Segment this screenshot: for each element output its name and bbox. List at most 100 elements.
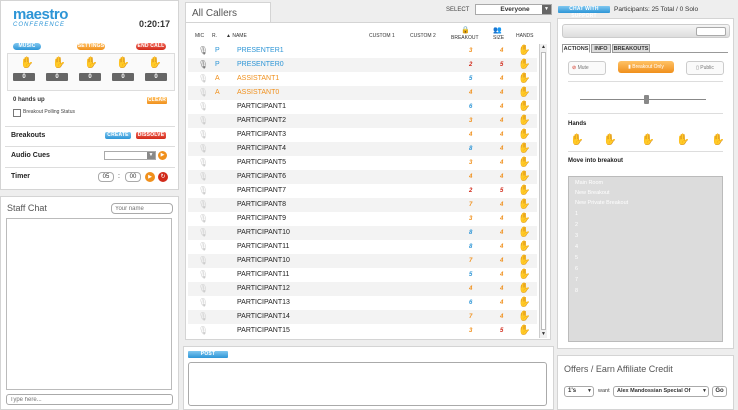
caller-name[interactable]: PARTICIPANT14 <box>237 310 290 324</box>
mute-button[interactable]: ⊘ Mute <box>568 61 606 75</box>
breakout-list-item[interactable]: 8 <box>575 288 578 294</box>
mic-icon[interactable]: 🎙 <box>198 226 208 240</box>
caller-row[interactable]: 🎙 P PRESENTER0 2 5 ✋ <box>188 58 537 72</box>
caller-name[interactable]: PARTICIPANT7 <box>237 184 286 198</box>
clear-button[interactable]: CLEAR <box>147 97 167 104</box>
mic-icon[interactable]: 🎙 <box>198 142 208 156</box>
hand-icon[interactable]: ✋ <box>518 254 530 268</box>
product-select[interactable]: Alex Mandossian Special Of ▼ <box>613 386 709 397</box>
hand-icon[interactable]: ✋ <box>518 170 530 184</box>
volume-slider[interactable] <box>580 95 706 104</box>
caller-row[interactable]: 🎙 PARTICIPANT6 4 4 ✋ <box>188 170 537 184</box>
breakout-list[interactable]: Main Room New Breakout New Private Break… <box>568 176 723 342</box>
scroll-down-icon[interactable]: ▼ <box>540 331 547 338</box>
col-hands[interactable]: HANDS <box>516 33 534 39</box>
breakout-list-item[interactable]: 2 <box>575 222 578 228</box>
hand-icon[interactable]: ✋ <box>641 134 655 146</box>
caller-row[interactable]: 🎙 PARTICIPANT10 8 4 ✋ <box>188 226 537 240</box>
public-button[interactable]: ▯ Public <box>686 61 724 75</box>
chat-name-input[interactable] <box>111 203 173 214</box>
hand-icon[interactable]: ✋ <box>518 156 530 170</box>
caller-row[interactable]: 🎙 PARTICIPANT11 5 4 ✋ <box>188 268 537 282</box>
mic-icon[interactable]: 🎙 <box>198 324 208 338</box>
mic-icon[interactable]: 🎙 <box>198 170 208 184</box>
caller-name[interactable]: PRESENTER0 <box>237 58 284 72</box>
caller-name[interactable]: ASSISTANT1 <box>237 72 279 86</box>
caller-name[interactable]: PARTICIPANT3 <box>237 128 286 142</box>
col-role[interactable]: R. <box>212 33 217 39</box>
breakout-polling-checkbox[interactable] <box>13 109 21 117</box>
breakout-list-item[interactable]: 4 <box>575 244 578 250</box>
quantity-select[interactable]: 1's ▼ <box>564 386 594 397</box>
caller-row[interactable]: 🎙 PARTICIPANT1 6 4 ✋ <box>188 100 537 114</box>
caller-name[interactable]: PARTICIPANT13 <box>237 296 290 310</box>
caller-name[interactable]: PARTICIPANT10 <box>237 254 290 268</box>
mic-icon[interactable]: 🎙 <box>198 44 208 58</box>
go-button[interactable]: Go <box>712 386 727 397</box>
hand-icon[interactable]: ✋ <box>518 310 530 324</box>
timer-minutes-input[interactable]: 05 <box>98 172 114 182</box>
mic-icon[interactable]: 🎙 <box>198 212 208 226</box>
hand-icon[interactable]: ✋ <box>711 134 725 146</box>
breakout-list-item[interactable]: 1 <box>575 211 578 217</box>
end-call-button[interactable]: END CALL <box>136 43 166 50</box>
caller-row[interactable]: 🎙 PARTICIPANT4 8 4 ✋ <box>188 142 537 156</box>
mic-icon[interactable]: 🎙 <box>198 128 208 142</box>
caller-row[interactable]: 🎙 PARTICIPANT14 7 4 ✋ <box>188 310 537 324</box>
caller-name[interactable]: PARTICIPANT2 <box>237 114 286 128</box>
mic-icon[interactable]: 🎙 <box>198 114 208 128</box>
tab-info[interactable]: INFO <box>591 44 611 53</box>
caller-name[interactable]: PARTICIPANT9 <box>237 212 286 226</box>
create-breakout-button[interactable]: CREATE <box>105 132 131 139</box>
tab-actions[interactable]: ACTIONS <box>562 44 590 53</box>
hand-icon[interactable]: ✋ <box>518 58 530 72</box>
hand-icon[interactable]: ✋ <box>518 240 530 254</box>
select-callers-dropdown[interactable]: Everyone ▼ <box>475 4 552 15</box>
col-custom2[interactable]: CUSTOM 2 <box>410 33 436 39</box>
caller-row[interactable]: 🎙 PARTICIPANT10 7 4 ✋ <box>188 254 537 268</box>
hand-icon[interactable]: ✋ <box>518 212 530 226</box>
caller-name[interactable]: PARTICIPANT10 <box>237 226 290 240</box>
caller-name[interactable]: PARTICIPANT8 <box>237 198 286 212</box>
caller-row[interactable]: 🎙 PARTICIPANT5 3 4 ✋ <box>188 156 537 170</box>
caller-row[interactable]: 🎙 A ASSISTANT1 5 4 ✋ <box>188 72 537 86</box>
hand-icon[interactable]: ✋ <box>518 72 530 86</box>
volume-slider-thumb[interactable] <box>644 95 649 104</box>
caller-name[interactable]: PARTICIPANT6 <box>237 170 286 184</box>
breakout-list-item[interactable]: 5 <box>575 255 578 261</box>
caller-name[interactable]: PARTICIPANT4 <box>237 142 286 156</box>
hand-icon[interactable]: ✋ <box>518 296 530 310</box>
breakout-list-item[interactable]: New Breakout <box>575 190 610 196</box>
hand-icon[interactable]: ✋ <box>518 268 530 282</box>
breakout-list-item[interactable]: Main Room <box>575 180 603 186</box>
caller-row[interactable]: 🎙 PARTICIPANT9 3 4 ✋ <box>188 212 537 226</box>
breakout-list-item[interactable]: 6 <box>575 266 578 272</box>
hand-icon[interactable]: ✋ <box>518 226 530 240</box>
caller-name[interactable]: PARTICIPANT1 <box>237 100 286 114</box>
hand-icon[interactable]: ✋ <box>518 142 530 156</box>
caller-row[interactable]: 🎙 PARTICIPANT2 3 4 ✋ <box>188 114 537 128</box>
hand-icon[interactable]: ✋ <box>518 86 530 100</box>
mic-icon[interactable]: 🎙 <box>198 240 208 254</box>
caller-row[interactable]: 🎙 A ASSISTANT0 4 4 ✋ <box>188 86 537 100</box>
post-message-button[interactable]: POST MESSAGE <box>188 351 228 364</box>
hand-icon[interactable]: ✋ <box>518 100 530 114</box>
mic-icon[interactable]: 🎙 <box>198 268 208 282</box>
music-button[interactable]: MUSIC <box>13 43 41 50</box>
breakout-list-item[interactable]: 7 <box>575 277 578 283</box>
scroll-thumb[interactable] <box>541 52 546 330</box>
mic-icon[interactable]: 🎙 <box>198 86 208 100</box>
caller-name[interactable]: PARTICIPANT12 <box>237 282 290 296</box>
mic-icon[interactable]: 🎙 <box>198 254 208 268</box>
scroll-up-icon[interactable]: ▲ <box>540 44 547 51</box>
caller-row[interactable]: 🎙 P PRESENTER1 3 4 ✋ <box>188 44 537 58</box>
timer-play-icon[interactable]: ▶ <box>145 172 155 182</box>
hand-icon[interactable]: ✋ <box>518 282 530 296</box>
caller-row[interactable]: 🎙 PARTICIPANT13 6 4 ✋ <box>188 296 537 310</box>
timer-seconds-input[interactable]: 00 <box>125 172 141 182</box>
caller-name[interactable]: PARTICIPANT5 <box>237 156 286 170</box>
hand-icon[interactable]: ✋ <box>518 198 530 212</box>
audio-cues-select[interactable]: ▼ <box>104 151 156 160</box>
hand-icon[interactable]: ✋ <box>603 134 617 146</box>
scrollbar[interactable]: ▲ ▼ <box>539 44 547 338</box>
